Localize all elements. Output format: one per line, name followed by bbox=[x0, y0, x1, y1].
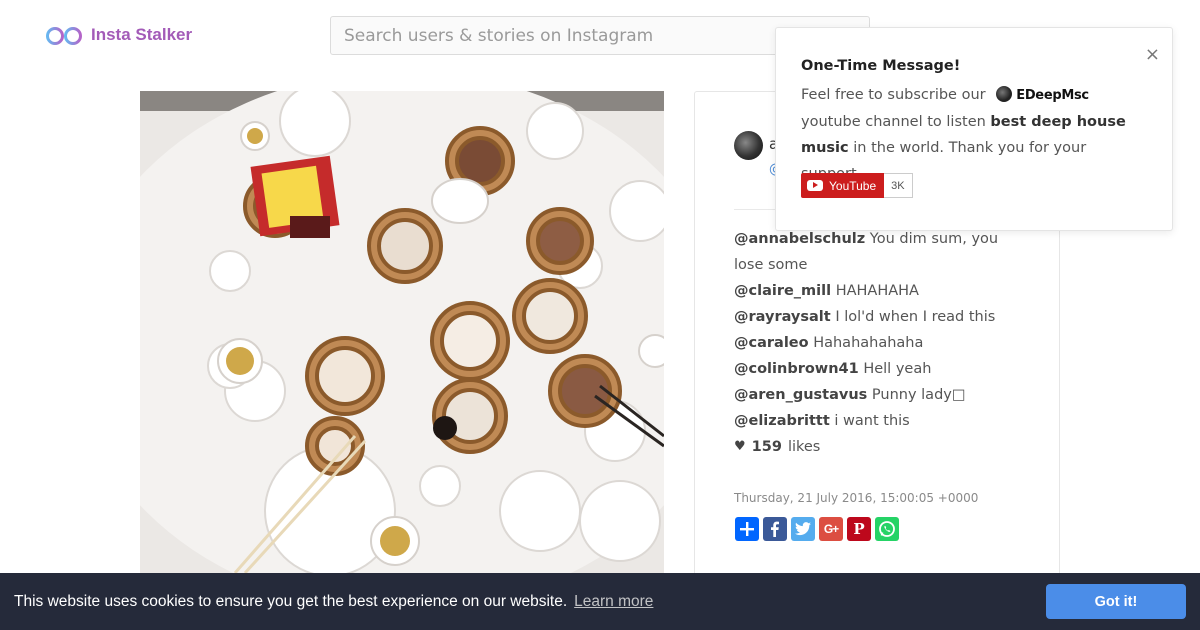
heart-icon: ♥ bbox=[734, 439, 746, 454]
comment-text: Hell yeah bbox=[863, 361, 932, 377]
comment-handle[interactable]: @rayraysalt bbox=[734, 309, 831, 325]
youtube-label: YouTube bbox=[829, 178, 877, 193]
youtube-button[interactable]: YouTube bbox=[801, 173, 885, 198]
brand-name: Insta Stalker bbox=[91, 25, 193, 44]
comment-handle[interactable]: @elizabrittt bbox=[734, 413, 830, 429]
cookie-consent-bar: This website uses cookies to ensure you … bbox=[0, 573, 1200, 630]
likes-label: likes bbox=[787, 439, 821, 455]
likes-count: 159 bbox=[751, 439, 782, 455]
one-time-message-popup: One-Time Message! × Feel free to subscri… bbox=[775, 27, 1173, 231]
comment-text: i want this bbox=[834, 413, 910, 429]
comment-item: @caraleo Hahahahahaha bbox=[734, 330, 1024, 356]
comment-handle[interactable]: @annabelschulz bbox=[734, 231, 865, 247]
got-it-button[interactable]: Got it! bbox=[1046, 584, 1186, 619]
comment-handle[interactable]: @colinbrown41 bbox=[734, 361, 859, 377]
whatsapp-icon[interactable] bbox=[875, 517, 899, 541]
add-share-icon[interactable] bbox=[735, 517, 759, 541]
pinterest-icon[interactable]: P bbox=[847, 517, 871, 541]
comment-item: @colinbrown41 Hell yeah bbox=[734, 356, 1024, 382]
comment-item: @annabelschulz You dim sum, you lose som… bbox=[734, 226, 1024, 278]
comment-text: Punny lady□ bbox=[871, 387, 966, 403]
close-icon[interactable]: × bbox=[1145, 44, 1160, 65]
comments-list: @annabelschulz You dim sum, you lose som… bbox=[734, 226, 1024, 460]
facebook-icon[interactable] bbox=[763, 517, 787, 541]
comment-item: @elizabrittt i want this bbox=[734, 408, 1024, 434]
popup-title: One-Time Message! bbox=[801, 58, 961, 74]
comment-text: HAHAHAHA bbox=[835, 283, 919, 299]
cookie-message: This website uses cookies to ensure you … bbox=[14, 592, 568, 610]
popup-text-before: Feel free to subscribe our bbox=[801, 87, 986, 103]
youtube-subscribe-button[interactable]: YouTube 3K bbox=[801, 173, 913, 198]
comment-item: @claire_mill HAHAHAHA bbox=[734, 278, 1024, 304]
comment-handle[interactable]: @caraleo bbox=[734, 335, 809, 351]
comment-text: I lol'd when I read this bbox=[835, 309, 996, 325]
comment-text: Hahahahahaha bbox=[813, 335, 924, 351]
channel-avatar-icon bbox=[996, 86, 1013, 102]
brand-logo[interactable]: Insta Stalker bbox=[45, 24, 192, 46]
popup-message: Feel free to subscribe our EDeepMsc yout… bbox=[801, 82, 1151, 187]
comment-item: @rayraysalt I lol'd when I read this bbox=[734, 304, 1024, 330]
post-photo[interactable] bbox=[140, 91, 664, 573]
channel-name[interactable]: EDeepMsc bbox=[1016, 88, 1089, 103]
infinity-glasses-icon bbox=[46, 27, 82, 45]
post-timestamp: Thursday, 21 July 2016, 15:00:05 +0000 bbox=[734, 491, 979, 505]
subscriber-count: 3K bbox=[884, 173, 913, 198]
comment-handle[interactable]: @claire_mill bbox=[734, 283, 831, 299]
youtube-play-icon bbox=[807, 180, 823, 191]
comment-handle[interactable]: @aren_gustavus bbox=[734, 387, 867, 403]
likes-row: ♥ 159 likes bbox=[734, 434, 1024, 460]
dim-sum-photo-illustration bbox=[140, 91, 664, 573]
avatar[interactable] bbox=[734, 131, 763, 160]
learn-more-link[interactable]: Learn more bbox=[574, 593, 653, 611]
popup-text-mid: youtube channel to listen bbox=[801, 114, 986, 130]
comment-item: @aren_gustavus Punny lady□ bbox=[734, 382, 1024, 408]
share-buttons: G+ P bbox=[735, 517, 899, 541]
google-plus-icon[interactable]: G+ bbox=[819, 517, 843, 541]
twitter-icon[interactable] bbox=[791, 517, 815, 541]
